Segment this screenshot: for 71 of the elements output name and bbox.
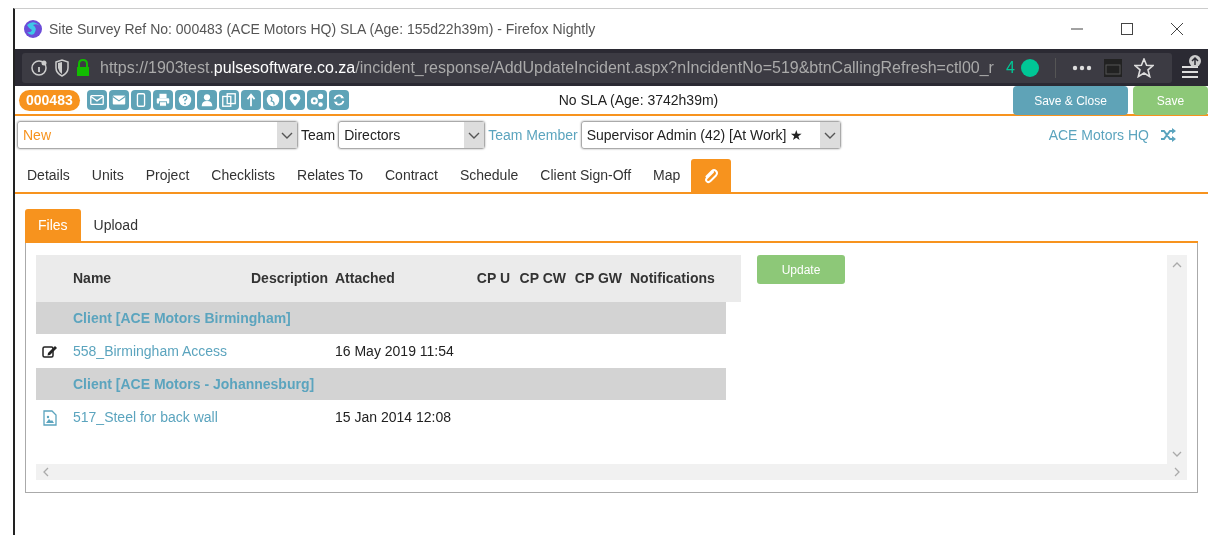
map-pin-button[interactable] [284,90,305,110]
printer-icon [154,92,171,108]
tab[interactable]: Schedule [448,159,530,192]
edit-icon[interactable] [42,343,58,360]
star-icon[interactable] [1133,57,1154,78]
vertical-scrollbar[interactable] [1167,255,1187,464]
paperclip-icon [703,167,720,184]
close-icon[interactable] [1170,22,1184,36]
maximize-icon[interactable] [1120,22,1134,36]
reader-icon[interactable] [1103,58,1122,77]
tab[interactable]: Map [642,159,692,192]
upload-button[interactable] [240,90,261,110]
address-bar[interactable]: https://1903test.pulsesoftware.co.za/incident_response/AddUpdateIncident.aspx?nIncidentNo=519&btnCallingRefresh=ctl00_r 4 [22,52,1172,83]
user-button[interactable] [196,90,217,110]
envelope-button[interactable] [108,90,129,110]
tab[interactable]: Client Sign-Off [529,159,643,192]
tab[interactable]: Checklists [200,159,287,192]
group-name: Client [ACE Motors Birmingham] [73,308,291,328]
globe-button[interactable] [262,90,283,110]
tab[interactable]: Upload [80,209,151,241]
scroll-up-icon[interactable] [1172,261,1182,268]
tab[interactable]: Units [80,159,135,192]
tab[interactable]: Details [16,159,81,192]
sla-status: No SLA (Age: 3742h39m) [558,90,719,110]
team-label: Team [301,125,336,145]
group-name: Client [ACE Motors - Johannesburg] [73,374,315,394]
scroll-left-icon[interactable] [42,467,49,477]
attachments-tab[interactable] [691,159,732,192]
menu-icon[interactable] [1180,54,1202,81]
image-file-icon[interactable] [42,409,58,426]
globe-icon [264,92,281,108]
info-icon[interactable] [30,58,48,77]
browser-logo-icon [23,19,43,39]
dropdown-caret-icon [819,122,840,148]
column-header[interactable]: Attached [328,268,468,289]
shuffle-icon[interactable] [1160,128,1176,142]
extension-dot-icon[interactable] [1020,58,1039,77]
more-icon[interactable] [1071,64,1092,71]
help-icon [176,92,193,108]
help-button[interactable] [174,90,195,110]
reference-badge: 000483 [19,89,80,111]
column-header[interactable]: CP U [468,268,510,289]
extension-count: 4 [1005,57,1015,78]
email-button[interactable] [86,90,107,110]
attached-date: 16 May 2019 11:54 [334,342,454,361]
column-header[interactable]: CP CW [510,268,566,289]
attached-date: 15 Jan 2014 12:08 [334,408,451,427]
team-select[interactable]: Directors [338,121,486,149]
dropdown-caret-icon [464,122,485,148]
lock-icon [76,58,90,77]
refresh-button[interactable] [328,90,349,110]
tab[interactable]: Project [134,159,201,192]
copy-icon [220,92,237,108]
tab[interactable]: Relates To [286,159,374,192]
column-header[interactable]: Name [73,268,243,289]
team-member-select[interactable]: Supervisor Admin (42) [At Work] ★ [580,121,841,149]
phone-button[interactable] [130,90,151,110]
shield-icon[interactable] [54,58,70,77]
tab[interactable]: Contract [374,159,449,192]
horizontal-scrollbar[interactable] [36,464,1187,480]
copy-button[interactable] [218,90,239,110]
window-title: Site Survey Ref No: 000483 (ACE Motors HQ) SLA (Age: 155d22h39m) - Firefox Nightly [49,19,596,39]
column-header[interactable]: Description [243,268,328,289]
url-text[interactable]: https://1903test.pulsesoftware.co.za/incident_response/AddUpdateIncident.aspx?nIncidentNo=519&btnCallingRefresh=ctl00_r [100,55,994,80]
email-icon [88,92,105,108]
scroll-right-icon[interactable] [1174,467,1181,477]
dropdown-caret-icon [277,122,297,148]
scroll-down-icon[interactable] [1172,451,1182,458]
column-header[interactable]: CP GW [566,268,622,289]
printer-button[interactable] [152,90,173,110]
column-header[interactable]: Notifications [622,268,741,289]
